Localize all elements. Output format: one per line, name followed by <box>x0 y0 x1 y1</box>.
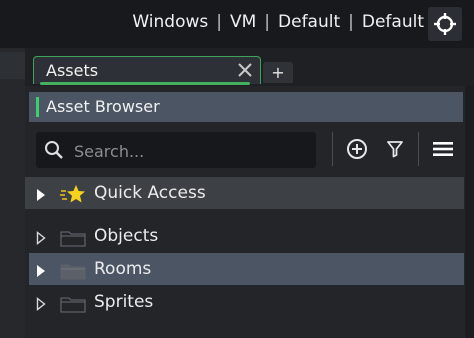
separator: | <box>216 12 222 32</box>
tree-item-objects[interactable]: Objects <box>29 220 464 252</box>
toolbar-divider <box>332 132 333 166</box>
left-dock-edge <box>0 48 25 338</box>
target-device[interactable]: VM <box>230 12 256 32</box>
expand-arrow-icon[interactable] <box>36 296 46 315</box>
expand-arrow-icon[interactable] <box>36 187 46 206</box>
search-field[interactable] <box>36 132 316 168</box>
toolbar-divider <box>418 132 419 166</box>
panel-title: Asset Browser <box>46 97 160 116</box>
folder-icon <box>60 262 86 284</box>
close-icon[interactable] <box>237 62 253 82</box>
title-accent <box>36 97 39 117</box>
asset-browser-panel: Assets + Asset Browser Search... Quick A… <box>25 48 474 338</box>
filter-button[interactable] <box>382 136 408 162</box>
left-dock-tab[interactable] <box>0 52 25 79</box>
star-icon <box>60 184 86 208</box>
scrollbar[interactable] <box>465 86 474 338</box>
add-asset-button[interactable] <box>344 136 370 162</box>
search-input[interactable] <box>72 136 312 166</box>
tab-assets[interactable]: Assets <box>33 56 261 85</box>
filter-icon <box>387 141 403 158</box>
separator: | <box>348 12 354 32</box>
quick-access-label: Quick Access <box>94 183 206 203</box>
menu-icon <box>433 142 453 156</box>
tab-label: Assets <box>46 61 99 80</box>
target-selector[interactable]: Windows | VM | Default | Default <box>132 12 424 32</box>
top-bar: Windows | VM | Default | Default <box>0 0 474 48</box>
tab-bar: Assets + <box>25 48 474 86</box>
target-platform[interactable]: Windows <box>132 12 208 32</box>
add-tab-button[interactable]: + <box>263 62 293 83</box>
expand-arrow-icon[interactable] <box>36 263 46 282</box>
tree-item-label: Rooms <box>94 259 152 279</box>
search-icon <box>44 140 64 164</box>
panel-title-bar: Asset Browser <box>29 92 463 122</box>
expand-arrow-icon[interactable] <box>36 230 46 249</box>
target-config-2[interactable]: Default <box>362 12 424 32</box>
add-icon <box>347 139 367 159</box>
tree-item-rooms[interactable]: Rooms <box>29 253 464 285</box>
separator: | <box>264 12 271 32</box>
crosshair-icon <box>434 13 456 35</box>
folder-icon <box>60 295 86 317</box>
folder-icon <box>60 229 86 251</box>
tree-item-label: Sprites <box>94 292 154 312</box>
target-config[interactable]: Default <box>278 12 340 32</box>
target-options-button[interactable] <box>428 7 462 41</box>
menu-button[interactable] <box>430 136 456 162</box>
active-tab-indicator <box>40 82 250 85</box>
quick-access-row[interactable]: Quick Access <box>25 177 464 209</box>
tree-item-label: Objects <box>94 226 159 246</box>
tree-item-sprites[interactable]: Sprites <box>29 286 464 318</box>
